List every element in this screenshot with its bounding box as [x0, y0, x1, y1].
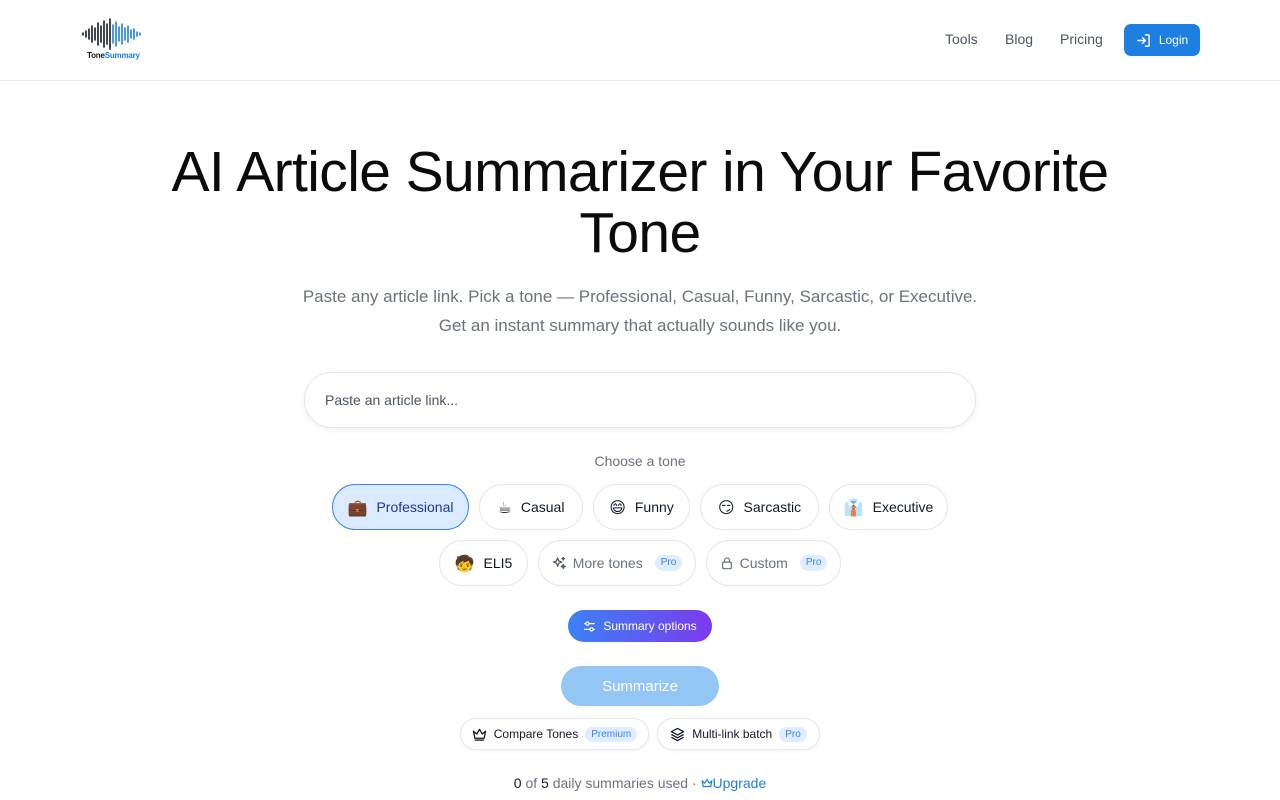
crown-icon	[701, 778, 713, 788]
crown-icon	[472, 728, 486, 741]
summary-options-label: Summary options	[603, 619, 697, 633]
nav-pricing-link[interactable]: Pricing	[1060, 31, 1103, 47]
coffee-icon: ☕	[497, 497, 512, 517]
tone-chip-label: Sarcastic	[743, 499, 802, 515]
soundwave-logo-icon	[82, 18, 141, 50]
login-icon	[1136, 33, 1150, 47]
choose-tone-label: Choose a tone	[594, 453, 686, 469]
top-navbar: ToneSummary Tools Blog Pricing Login	[0, 0, 1280, 81]
logo-wordmark: ToneSummary	[87, 51, 140, 60]
summary-options-button[interactable]: Summary options	[568, 610, 712, 642]
summarize-button[interactable]: Summarize	[561, 666, 719, 706]
tone-chip-label: Professional	[376, 499, 454, 515]
usage-counter: 0 of 5 daily summaries used · Upgrade	[390, 775, 890, 791]
tone-chip-label: Casual	[520, 499, 565, 515]
grinning-face-icon: 😄	[609, 497, 626, 517]
page-subtitle: Paste any article link. Pick a tone — Pr…	[302, 287, 978, 335]
tone-chip-professional[interactable]: 💼 Professional	[332, 484, 469, 530]
tone-chip-eli5[interactable]: 🧒 ELI5	[439, 540, 528, 586]
compare-tones-button[interactable]: Compare Tones Premium	[460, 718, 649, 750]
pro-badge: Pro	[654, 555, 683, 571]
tone-chip-label: ELI5	[483, 555, 513, 571]
pro-badge: Pro	[779, 726, 807, 742]
premium-badge: Premium	[585, 726, 638, 742]
usage-of-text: of	[525, 775, 538, 791]
nav-blog-link[interactable]: Blog	[1005, 31, 1033, 47]
upgrade-link[interactable]: Upgrade	[701, 775, 767, 791]
nav-tools-link[interactable]: Tools	[945, 31, 978, 47]
tone-chip-custom[interactable]: Custom Pro	[706, 540, 841, 586]
tone-chip-label: More tones	[572, 555, 643, 571]
usage-used-count: 0	[513, 775, 522, 791]
tone-chip-executive[interactable]: 👔 Executive	[829, 484, 948, 530]
smirking-face-icon: 😏	[717, 497, 735, 517]
logo-wordmark-part1: Tone	[87, 51, 105, 60]
briefcase-icon: 💼	[347, 497, 368, 517]
tone-chip-sarcastic[interactable]: 😏 Sarcastic	[700, 484, 819, 530]
login-label: Login	[1158, 33, 1189, 47]
multi-link-batch-button[interactable]: Multi-link batch Pro	[657, 718, 820, 750]
sparkles-icon	[552, 556, 566, 569]
child-icon: 🧒	[454, 553, 475, 573]
tonesummary-logo[interactable]: ToneSummary	[82, 18, 144, 62]
pro-badge: Pro	[799, 555, 828, 571]
layers-icon	[670, 727, 685, 741]
page-title: AI Article Summarizer in Your Favorite T…	[171, 140, 1109, 265]
logo-wordmark-part2: Summary	[104, 51, 140, 60]
lock-icon	[721, 557, 732, 570]
tone-chip-label: Funny	[634, 499, 674, 515]
tone-chip-casual[interactable]: ☕ Casual	[479, 484, 583, 530]
necktie-icon: 👔	[843, 497, 864, 517]
tone-chip-more-tones[interactable]: More tones Pro	[538, 540, 696, 586]
compare-tones-label: Compare Tones	[493, 727, 579, 741]
usage-text: daily summaries used ·	[552, 775, 697, 791]
tone-chip-label: Executive	[872, 499, 934, 515]
upgrade-label: Upgrade	[712, 775, 767, 791]
login-button[interactable]: Login	[1124, 24, 1200, 56]
article-link-input[interactable]	[304, 372, 976, 428]
tone-chip-funny[interactable]: 😄 Funny	[593, 484, 690, 530]
multi-link-batch-label: Multi-link batch	[692, 727, 773, 741]
sliders-icon	[584, 620, 596, 632]
tone-chip-label: Custom	[739, 555, 788, 571]
usage-limit-count: 5	[541, 775, 549, 791]
